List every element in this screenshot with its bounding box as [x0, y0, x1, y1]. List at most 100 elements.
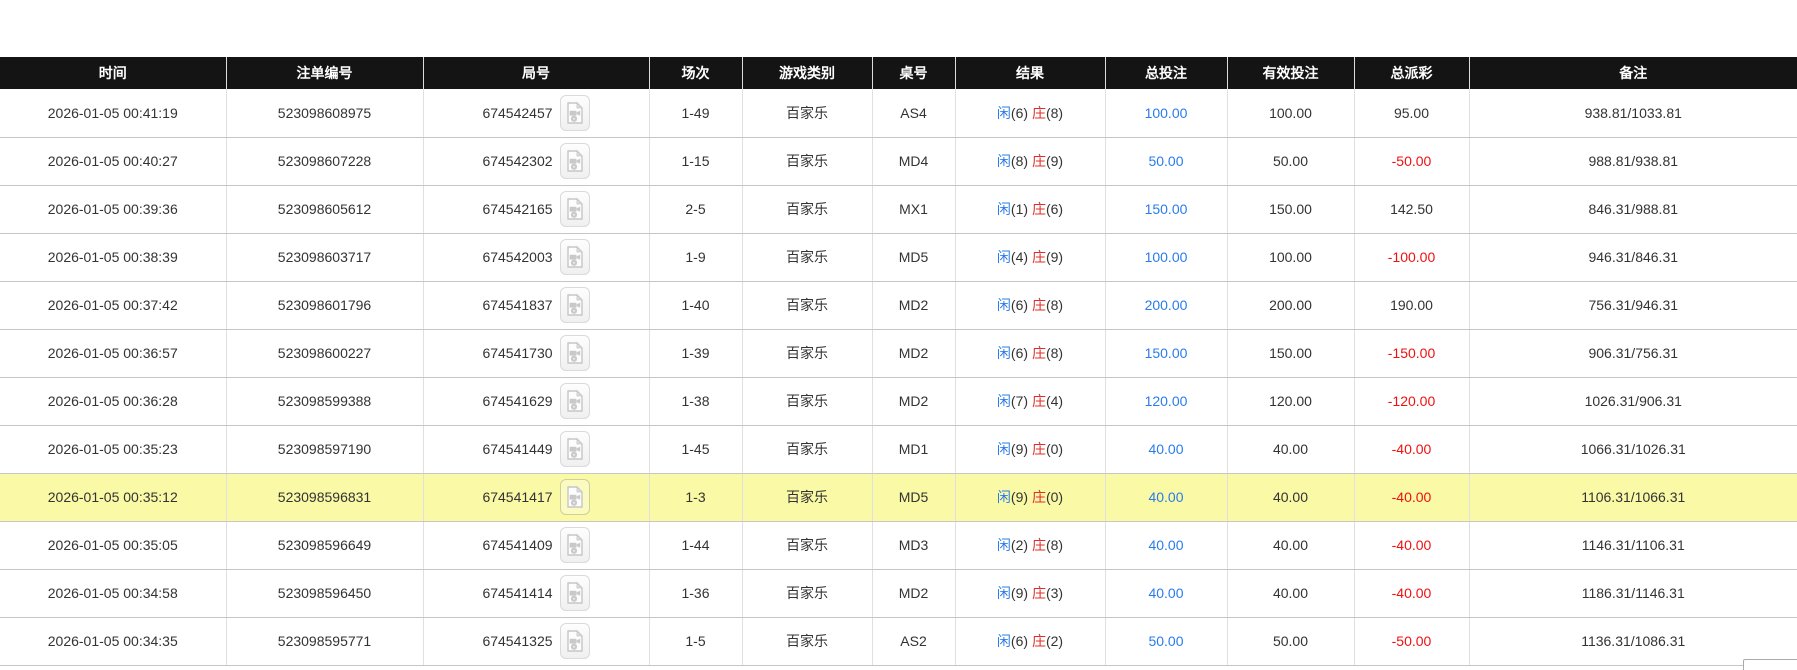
cell-result: 闲(1) 庄(6) [955, 185, 1106, 234]
cell-game-type: 百家乐 [742, 281, 873, 330]
video-replay-button[interactable] [559, 479, 590, 515]
result-player-points: (9) [1010, 441, 1029, 457]
cell-bet-number: 523098601796 [226, 281, 424, 330]
cell-round-number: 674541409 [423, 521, 650, 570]
cell-game-type: 百家乐 [742, 329, 873, 378]
result-player-points: (9) [1010, 585, 1029, 601]
result-banker-points: (4) [1045, 393, 1064, 409]
table-row[interactable]: 2026-01-05 00:36:57 523098600227 6745417… [0, 329, 1797, 378]
round-number-text: 674541449 [482, 441, 553, 457]
cell-remark: 1066.31/1026.31 [1469, 425, 1797, 474]
cell-round-number: 674541449 [423, 425, 650, 474]
result-banker-points: (8) [1045, 104, 1064, 121]
cell-bet-number: 523098599388 [226, 377, 424, 426]
table-row[interactable]: 2026-01-05 00:35:12 523098596831 6745414… [0, 473, 1797, 522]
table-row[interactable]: 2026-01-05 00:37:42 523098601796 6745418… [0, 281, 1797, 330]
result-player-points: (6) [1010, 297, 1029, 313]
cell-round-number: 674541837 [423, 281, 650, 330]
cell-bet-number: 523098596649 [226, 521, 424, 570]
cell-remark: 988.81/938.81 [1469, 137, 1797, 186]
cell-result: 闲(6) 庄(8) [955, 281, 1106, 330]
round-number-text: 674541629 [482, 393, 553, 409]
cell-round-number: 674542003 [423, 233, 650, 282]
table-row[interactable]: 2026-01-05 00:38:39 523098603717 6745420… [0, 233, 1797, 282]
video-replay-button[interactable] [559, 191, 590, 227]
video-replay-button[interactable] [559, 94, 590, 131]
cell-payout: 190.00 [1354, 281, 1470, 330]
cell-session: 1-5 [649, 617, 743, 666]
cell-total-bet-link[interactable]: 100.00 [1105, 89, 1228, 138]
result-banker-points: (9) [1045, 249, 1064, 265]
table-row[interactable]: 2026-01-05 00:35:23 523098597190 6745414… [0, 425, 1797, 474]
cell-valid-bet: 40.00 [1227, 521, 1355, 570]
result-player-points: (2) [1010, 537, 1029, 553]
cell-result: 闲(4) 庄(9) [955, 233, 1106, 282]
cell-total-bet-link[interactable]: 50.00 [1105, 137, 1228, 186]
video-replay-icon [566, 438, 583, 460]
cell-bet-number: 523098597190 [226, 425, 424, 474]
cell-valid-bet: 40.00 [1227, 473, 1355, 522]
cell-total-bet-link[interactable]: 150.00 [1105, 329, 1228, 378]
cell-table-number: MD2 [872, 281, 956, 330]
video-replay-icon [566, 342, 583, 364]
cell-table-number: MX1 [872, 185, 956, 234]
result-player-label: 闲 [996, 585, 1011, 601]
round-number-text: 674542165 [482, 201, 553, 217]
column-header-result: 结果 [955, 57, 1106, 89]
cell-payout: -40.00 [1354, 425, 1470, 474]
table-row[interactable]: 2026-01-05 00:36:28 523098599388 6745416… [0, 377, 1797, 426]
table-row[interactable]: 2026-01-05 00:34:58 523098596450 6745414… [0, 569, 1797, 618]
round-number-text: 674541730 [482, 345, 553, 361]
video-replay-button[interactable] [559, 239, 590, 275]
result-banker-points: (2) [1045, 633, 1064, 649]
video-replay-button[interactable] [559, 383, 590, 419]
video-replay-button[interactable] [559, 143, 590, 179]
result-player-points: (6) [1010, 633, 1029, 649]
cell-total-bet-link[interactable]: 120.00 [1105, 377, 1228, 426]
video-replay-button[interactable] [559, 575, 590, 611]
cell-time: 2026-01-05 00:37:42 [0, 281, 227, 330]
table-row[interactable]: 2026-01-05 00:34:35 523098595771 6745413… [0, 617, 1797, 666]
cell-total-bet-link[interactable]: 100.00 [1105, 233, 1228, 282]
column-header-game-type: 游戏类别 [742, 57, 873, 89]
cell-total-bet-link[interactable]: 200.00 [1105, 281, 1228, 330]
table-row[interactable]: 2026-01-05 00:40:27 523098607228 6745423… [0, 137, 1797, 186]
video-replay-button[interactable] [559, 287, 590, 323]
cell-bet-number: 523098608975 [226, 89, 424, 138]
video-replay-button[interactable] [559, 431, 590, 467]
cell-time: 2026-01-05 00:36:57 [0, 329, 227, 378]
cell-total-bet-link[interactable]: 150.00 [1105, 185, 1228, 234]
cell-total-bet-link[interactable]: 40.00 [1105, 521, 1228, 570]
round-number-text: 674541414 [482, 585, 553, 601]
cell-result: 闲(6) 庄(8) [955, 329, 1106, 378]
video-replay-button[interactable] [559, 527, 590, 563]
cell-table-number: MD2 [872, 329, 956, 378]
video-replay-button[interactable] [559, 335, 590, 371]
cell-round-number: 674541414 [423, 569, 650, 618]
cell-total-bet-link[interactable]: 50.00 [1105, 617, 1228, 666]
video-replay-icon [566, 294, 583, 316]
table-row[interactable]: 2026-01-05 00:41:19 523098608975 6745424… [0, 89, 1797, 138]
cell-remark: 938.81/1033.81 [1469, 89, 1797, 138]
cell-valid-bet: 40.00 [1227, 425, 1355, 474]
cell-remark: 1186.31/1146.31 [1469, 569, 1797, 618]
video-replay-icon [566, 150, 583, 172]
cell-round-number: 674542165 [423, 185, 650, 234]
cell-table-number: AS4 [872, 89, 956, 138]
cell-payout: -150.00 [1354, 329, 1470, 378]
cell-total-bet-link[interactable]: 40.00 [1105, 425, 1228, 474]
result-player-label: 闲 [996, 537, 1011, 553]
table-row[interactable]: 2026-01-05 00:35:05 523098596649 6745414… [0, 521, 1797, 570]
cell-result: 闲(9) 庄(0) [955, 425, 1106, 474]
video-replay-icon [566, 198, 583, 220]
video-replay-button[interactable] [559, 623, 590, 659]
cell-round-number: 674541417 [423, 473, 650, 522]
cell-total-bet-link[interactable]: 40.00 [1105, 569, 1228, 618]
table-row[interactable]: 2026-01-05 00:39:36 523098605612 6745421… [0, 185, 1797, 234]
video-replay-icon [566, 630, 583, 652]
cell-session: 1-15 [649, 137, 743, 186]
cell-total-bet-link[interactable]: 40.00 [1105, 473, 1228, 522]
bottom-right-partial-control[interactable] [1743, 659, 1797, 670]
result-player-label: 闲 [996, 201, 1011, 217]
cell-game-type: 百家乐 [742, 185, 873, 234]
